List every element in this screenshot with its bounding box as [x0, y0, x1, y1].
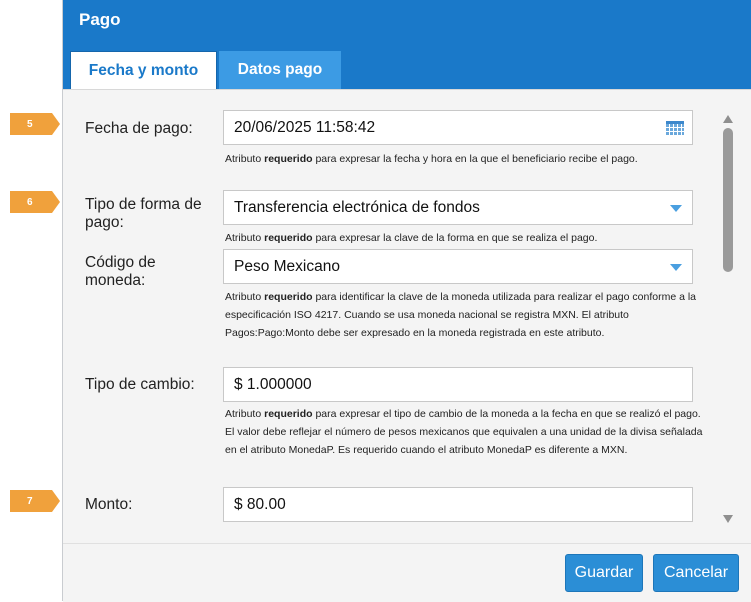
- tipo-cambio-help: Atributo requerido para expresar el tipo…: [225, 405, 705, 459]
- codigo-moneda-label: Código de moneda:: [85, 254, 156, 289]
- help-text: Atributo: [225, 153, 265, 165]
- scroll-down-arrow-icon[interactable]: [723, 515, 733, 523]
- step-marker-7: 7: [10, 490, 60, 512]
- scroll-up-arrow-icon[interactable]: [723, 115, 733, 123]
- codigo-moneda-value: Peso Mexicano: [234, 257, 340, 275]
- tab-datos-pago[interactable]: Datos pago: [219, 51, 341, 89]
- help-required: requerido: [264, 153, 313, 165]
- help-required: requerido: [264, 291, 313, 303]
- forma-pago-help: Atributo requerido para expresar la clav…: [225, 229, 705, 247]
- save-button[interactable]: Guardar: [565, 554, 643, 592]
- help-text: Atributo: [225, 408, 265, 420]
- scrollbar-thumb[interactable]: [723, 128, 733, 272]
- fecha-pago-help: Atributo requerido para expresar la fech…: [225, 150, 705, 168]
- forma-pago-value: Transferencia electrónica de fondos: [234, 198, 480, 216]
- step-marker-5: 5: [10, 113, 60, 135]
- forma-pago-select[interactable]: Transferencia electrónica de fondos: [223, 190, 693, 225]
- chevron-down-icon[interactable]: [670, 205, 682, 212]
- monto-value: $ 80.00: [234, 495, 286, 513]
- tab-fecha-y-monto[interactable]: Fecha y monto: [70, 51, 217, 89]
- tipo-cambio-label: Tipo de cambio:: [85, 376, 195, 393]
- tipo-cambio-value: $ 1.000000: [234, 375, 312, 393]
- help-text: Atributo: [225, 232, 265, 244]
- fecha-pago-input[interactable]: 20/06/2025 11:58:42: [223, 110, 693, 145]
- dialog-title: Pago: [63, 0, 751, 40]
- tab-content: Fecha de pago: 20/06/2025 11:58:42 Atrib…: [63, 89, 751, 544]
- fecha-pago-value: 20/06/2025 11:58:42: [234, 118, 376, 136]
- payment-form: Fecha de pago: 20/06/2025 11:58:42 Atrib…: [63, 90, 718, 544]
- tab-bar: Fecha y monto Datos pago: [63, 40, 751, 89]
- help-required: requerido: [264, 232, 313, 244]
- forma-pago-label: Tipo de forma de pago:: [85, 196, 202, 231]
- tipo-cambio-input[interactable]: $ 1.000000: [223, 367, 693, 402]
- codigo-moneda-select[interactable]: Peso Mexicano: [223, 249, 693, 284]
- calendar-icon[interactable]: [666, 121, 684, 135]
- step-marker-6: 6: [10, 191, 60, 213]
- help-required: requerido: [264, 408, 313, 420]
- dialog-footer: Guardar Cancelar: [63, 543, 751, 602]
- help-text: para expresar la clave de la forma en qu…: [312, 232, 598, 244]
- cancel-button[interactable]: Cancelar: [653, 554, 739, 592]
- chevron-down-icon[interactable]: [670, 264, 682, 271]
- monto-label: Monto:: [85, 496, 133, 513]
- codigo-moneda-help: Atributo requerido para identificar la c…: [225, 288, 705, 342]
- monto-input[interactable]: $ 80.00: [223, 487, 693, 522]
- fecha-pago-label: Fecha de pago:: [85, 120, 193, 137]
- help-text: para expresar la fecha y hora en la que …: [312, 153, 638, 165]
- payment-dialog: Pago Fecha y monto Datos pago Fecha de p…: [62, 0, 751, 602]
- help-text: Atributo: [225, 291, 265, 303]
